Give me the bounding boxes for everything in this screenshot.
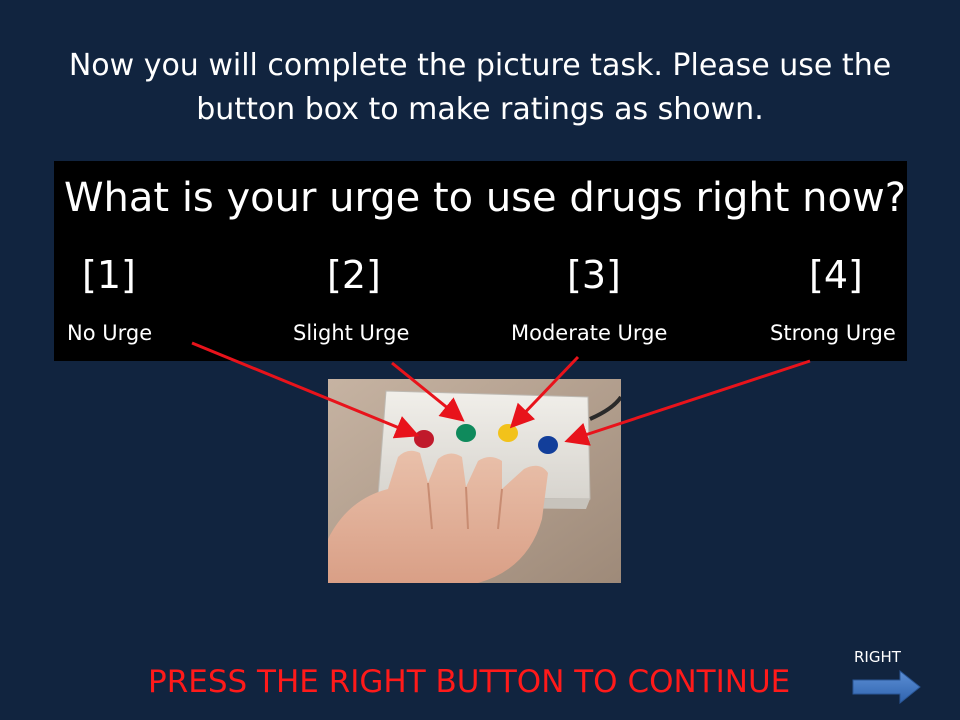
- rating-scale-panel: What is your urge to use drugs right now…: [54, 161, 907, 361]
- option-label-moderate-urge: Moderate Urge: [511, 321, 668, 345]
- right-label: RIGHT: [854, 648, 901, 666]
- right-arrow-icon[interactable]: [852, 670, 922, 704]
- instructions-line-2: button box to make ratings as shown.: [196, 92, 764, 127]
- option-number-1: [1]: [82, 253, 136, 297]
- instructions-line-1: Now you will complete the picture task. …: [68, 48, 892, 83]
- blue-button-photo: [538, 436, 558, 454]
- slide: Now you will complete the picture task. …: [0, 0, 960, 720]
- button-box-photo: [328, 379, 621, 583]
- option-number-2: [2]: [327, 253, 381, 297]
- yellow-button-photo: [498, 424, 518, 442]
- rating-question: What is your urge to use drugs right now…: [64, 175, 906, 221]
- button-box-photo-icon: [328, 379, 621, 583]
- option-label-slight-urge: Slight Urge: [293, 321, 410, 345]
- option-label-no-urge: No Urge: [67, 321, 153, 345]
- green-button-photo: [456, 424, 476, 442]
- option-number-4: [4]: [809, 253, 863, 297]
- option-number-3: [3]: [567, 253, 621, 297]
- option-label-strong-urge: Strong Urge: [770, 321, 896, 345]
- continue-instruction: PRESS THE RIGHT BUTTON TO CONTINUE: [148, 664, 791, 700]
- red-button-photo: [414, 430, 434, 448]
- instructions-text: Now you will complete the picture task. …: [40, 44, 920, 132]
